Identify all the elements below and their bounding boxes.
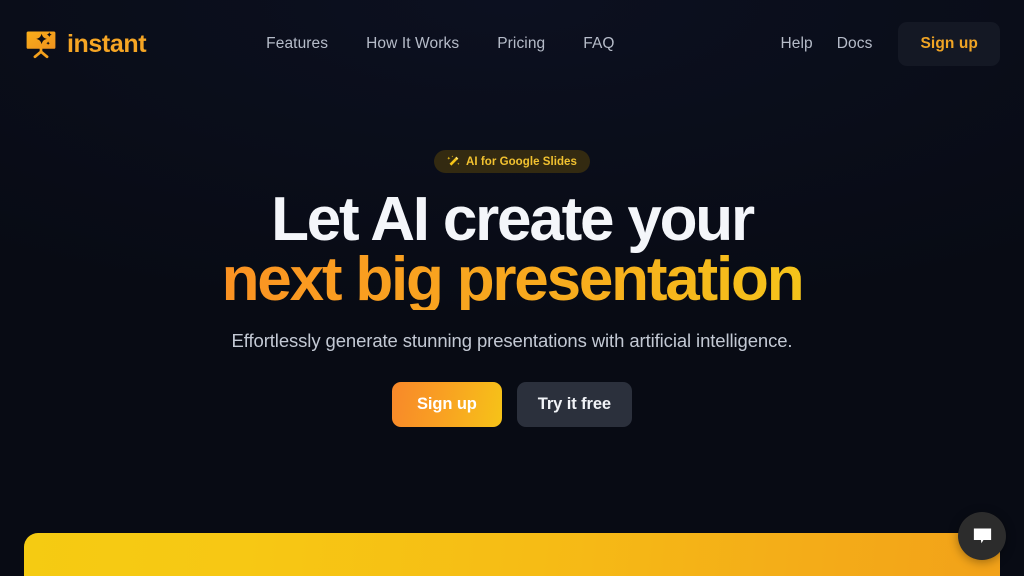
headline-line-2: next big presentation	[0, 249, 1024, 311]
hero-badge[interactable]: AI for Google Slides	[434, 150, 590, 173]
hero-subheadline: Effortlessly generate stunning presentat…	[231, 330, 793, 351]
header-signup-button[interactable]: Sign up	[898, 22, 1000, 66]
hero-section: AI for Google Slides Let AI create your …	[0, 150, 1024, 428]
nav-link-pricing[interactable]: Pricing	[497, 35, 545, 53]
hero-badge-label: AI for Google Slides	[466, 155, 577, 168]
presentation-sparkle-icon	[24, 27, 58, 61]
chat-bubble-icon	[971, 525, 994, 548]
site-header: instant Features How It Works Pricing FA…	[0, 0, 1024, 88]
chat-launcher-button[interactable]	[958, 512, 1006, 560]
magic-wand-icon	[447, 155, 460, 168]
headline-line-1: Let AI create your	[271, 185, 755, 254]
hero-cta-row: Sign up Try it free	[0, 382, 1024, 428]
nav-link-help[interactable]: Help	[780, 35, 812, 53]
nav-link-docs[interactable]: Docs	[837, 35, 873, 53]
primary-nav: Features How It Works Pricing FAQ	[266, 35, 614, 53]
hero-try-it-free-button[interactable]: Try it free	[516, 382, 632, 428]
showcase-panel	[24, 533, 1000, 576]
secondary-nav: Help Docs Sign up	[780, 22, 1000, 66]
brand-logo[interactable]: instant	[24, 27, 147, 61]
brand-name: instant	[67, 29, 147, 58]
landing-page: instant Features How It Works Pricing FA…	[0, 0, 1024, 576]
nav-link-features[interactable]: Features	[266, 35, 328, 53]
nav-link-how-it-works[interactable]: How It Works	[366, 35, 459, 53]
page-title: Let AI create your next big presentation	[0, 185, 1024, 311]
hero-signup-button[interactable]: Sign up	[392, 382, 502, 428]
nav-link-faq[interactable]: FAQ	[583, 35, 614, 53]
